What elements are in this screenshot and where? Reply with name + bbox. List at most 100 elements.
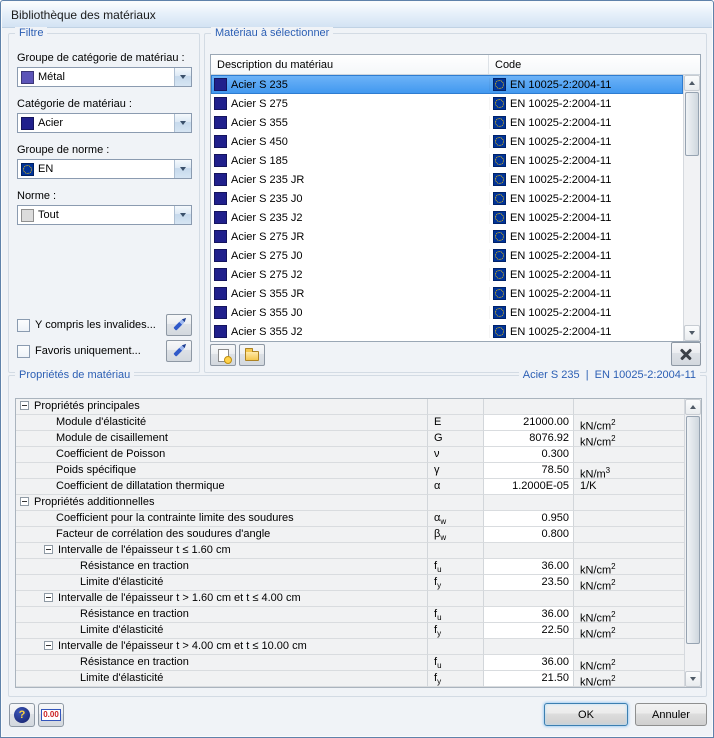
property-row[interactable]: Propriétés additionnelles bbox=[16, 495, 684, 511]
new-material-button[interactable] bbox=[210, 344, 236, 366]
property-value-cell[interactable]: 0.300 bbox=[484, 447, 574, 463]
scroll-down-button[interactable] bbox=[685, 671, 701, 687]
properties-scrollbar[interactable] bbox=[684, 399, 701, 687]
unit-exponent: 2 bbox=[611, 434, 616, 443]
property-value-cell[interactable]: 8076.92 bbox=[484, 431, 574, 447]
scroll-thumb[interactable] bbox=[686, 416, 700, 644]
title-bar[interactable]: Bibliothèque des matériaux bbox=[2, 2, 712, 28]
scroll-thumb[interactable] bbox=[685, 92, 699, 156]
material-color-icon bbox=[214, 192, 227, 205]
property-row[interactable]: Intervalle de l'épaisseur t ≤ 1.60 cm bbox=[16, 543, 684, 559]
filter-combobox[interactable]: Métal bbox=[17, 67, 192, 87]
material-name-cell: Acier S 275 JR bbox=[211, 230, 489, 243]
material-row[interactable]: Acier S 235 J0 EN 10025-2:2004-11 bbox=[211, 189, 683, 208]
filter-combobox[interactable]: EN bbox=[17, 159, 192, 179]
property-label: Poids spécifique bbox=[56, 464, 137, 476]
material-row[interactable]: Acier S 275 EN 10025-2:2004-11 bbox=[211, 94, 683, 113]
property-value-cell[interactable]: 1.2000E-05 bbox=[484, 479, 574, 495]
material-library-dialog: Bibliothèque des matériaux Filtre Groupe… bbox=[0, 0, 714, 738]
material-row[interactable]: Acier S 275 J0 EN 10025-2:2004-11 bbox=[211, 246, 683, 265]
property-row[interactable]: Propriétés principales bbox=[16, 399, 684, 415]
help-button[interactable]: ? bbox=[9, 703, 35, 727]
calculator-button[interactable]: 0.00 bbox=[38, 703, 64, 727]
material-row[interactable]: Acier S 275 J2 EN 10025-2:2004-11 bbox=[211, 265, 683, 284]
material-row[interactable]: Acier S 185 EN 10025-2:2004-11 bbox=[211, 151, 683, 170]
scroll-track[interactable] bbox=[685, 415, 701, 671]
material-row[interactable]: Acier S 355 J0 EN 10025-2:2004-11 bbox=[211, 303, 683, 322]
scroll-up-button[interactable] bbox=[684, 75, 700, 91]
property-value-cell[interactable]: 36.00 bbox=[484, 655, 574, 671]
collapse-icon[interactable] bbox=[44, 592, 53, 602]
collapse-icon[interactable] bbox=[44, 544, 53, 554]
column-header-description[interactable]: Description du matériau bbox=[211, 55, 489, 74]
collapse-icon[interactable] bbox=[20, 496, 29, 506]
property-value-cell[interactable]: 23.50 bbox=[484, 575, 574, 591]
delete-material-button[interactable] bbox=[671, 342, 701, 366]
symbol: E bbox=[434, 416, 442, 428]
material-color-icon bbox=[214, 287, 227, 300]
filter-combobox[interactable]: Acier bbox=[17, 113, 192, 133]
symbol-subscript: y bbox=[437, 581, 442, 591]
collapse-icon[interactable] bbox=[20, 400, 29, 410]
metal-swatch-icon bbox=[21, 70, 34, 84]
property-value-cell[interactable]: 0.800 bbox=[484, 527, 574, 543]
property-row: Coefficient de Poisson ν 0.300 bbox=[16, 447, 684, 463]
material-row[interactable]: Acier S 235 EN 10025-2:2004-11 bbox=[211, 75, 683, 94]
property-symbol-cell: α bbox=[428, 479, 484, 495]
edit-list-button[interactable] bbox=[166, 314, 192, 336]
property-value-cell bbox=[484, 495, 574, 511]
property-table: Propriétés principales Module d'élasticit… bbox=[15, 398, 702, 688]
material-row[interactable]: Acier S 355 J2 EN 10025-2:2004-11 bbox=[211, 322, 683, 341]
property-value-cell[interactable]: 22.50 bbox=[484, 623, 574, 639]
unit: kN/cm bbox=[580, 612, 612, 623]
material-row[interactable]: Acier S 355 EN 10025-2:2004-11 bbox=[211, 113, 683, 132]
filter-field-label: Groupe de catégorie de matériau : bbox=[17, 52, 185, 64]
unit: kN/cm bbox=[580, 564, 612, 575]
cancel-button[interactable]: Annuler bbox=[635, 703, 707, 726]
eu-flag-icon bbox=[493, 325, 506, 338]
material-table: Description du matériau Code Acier S 235… bbox=[210, 54, 701, 342]
collapse-icon[interactable] bbox=[44, 640, 53, 650]
ok-button[interactable]: OK bbox=[544, 703, 628, 726]
material-row[interactable]: Acier S 235 J2 EN 10025-2:2004-11 bbox=[211, 208, 683, 227]
arrow-up-icon bbox=[689, 81, 695, 85]
property-value-cell[interactable]: 21000.00 bbox=[484, 415, 574, 431]
symbol-subscript: u bbox=[437, 565, 442, 575]
scroll-track[interactable] bbox=[684, 91, 700, 325]
property-row[interactable]: Intervalle de l'épaisseur t > 1.60 cm et… bbox=[16, 591, 684, 607]
checkbox[interactable] bbox=[17, 318, 30, 332]
scroll-up-button[interactable] bbox=[685, 399, 701, 415]
property-symbol-cell bbox=[428, 591, 484, 607]
material-row[interactable]: Acier S 355 JR EN 10025-2:2004-11 bbox=[211, 284, 683, 303]
chevron-down-icon[interactable] bbox=[174, 114, 191, 132]
material-name-cell: Acier S 235 J2 bbox=[211, 211, 489, 224]
column-header-code[interactable]: Code bbox=[489, 55, 700, 74]
import-material-button[interactable] bbox=[239, 344, 265, 366]
material-code-cell: EN 10025-2:2004-11 bbox=[489, 97, 683, 110]
property-value-cell[interactable]: 36.00 bbox=[484, 559, 574, 575]
filter-combobox[interactable]: Tout bbox=[17, 205, 192, 225]
material-row[interactable]: Acier S 450 EN 10025-2:2004-11 bbox=[211, 132, 683, 151]
property-name-cell: Coefficient de Poisson bbox=[16, 447, 428, 463]
material-scrollbar[interactable] bbox=[683, 75, 700, 341]
material-row[interactable]: Acier S 275 JR EN 10025-2:2004-11 bbox=[211, 227, 683, 246]
property-symbol-cell: γ bbox=[428, 463, 484, 479]
combobox-value: EN bbox=[38, 163, 54, 175]
material-panel-title: Matériau à sélectionner bbox=[211, 27, 334, 40]
property-value-cell[interactable]: 36.00 bbox=[484, 607, 574, 623]
material-code-cell: EN 10025-2:2004-11 bbox=[489, 192, 683, 205]
property-value-cell[interactable]: 21.50 bbox=[484, 671, 574, 687]
chevron-down-icon[interactable] bbox=[174, 206, 191, 224]
material-color-icon bbox=[214, 78, 227, 91]
scroll-down-button[interactable] bbox=[684, 325, 700, 341]
checkbox[interactable] bbox=[17, 344, 30, 358]
property-row[interactable]: Intervalle de l'épaisseur t > 4.00 cm et… bbox=[16, 639, 684, 655]
property-value-cell[interactable]: 78.50 bbox=[484, 463, 574, 479]
chevron-down-icon[interactable] bbox=[174, 160, 191, 178]
material-code-cell: EN 10025-2:2004-11 bbox=[489, 116, 683, 129]
property-value-cell[interactable]: 0.950 bbox=[484, 511, 574, 527]
chevron-down-icon[interactable] bbox=[174, 68, 191, 86]
edit-list-button[interactable] bbox=[166, 340, 192, 362]
material-row[interactable]: Acier S 235 JR EN 10025-2:2004-11 bbox=[211, 170, 683, 189]
property-row: Module d'élasticité E 21000.00 kN/cm2 bbox=[16, 415, 684, 431]
